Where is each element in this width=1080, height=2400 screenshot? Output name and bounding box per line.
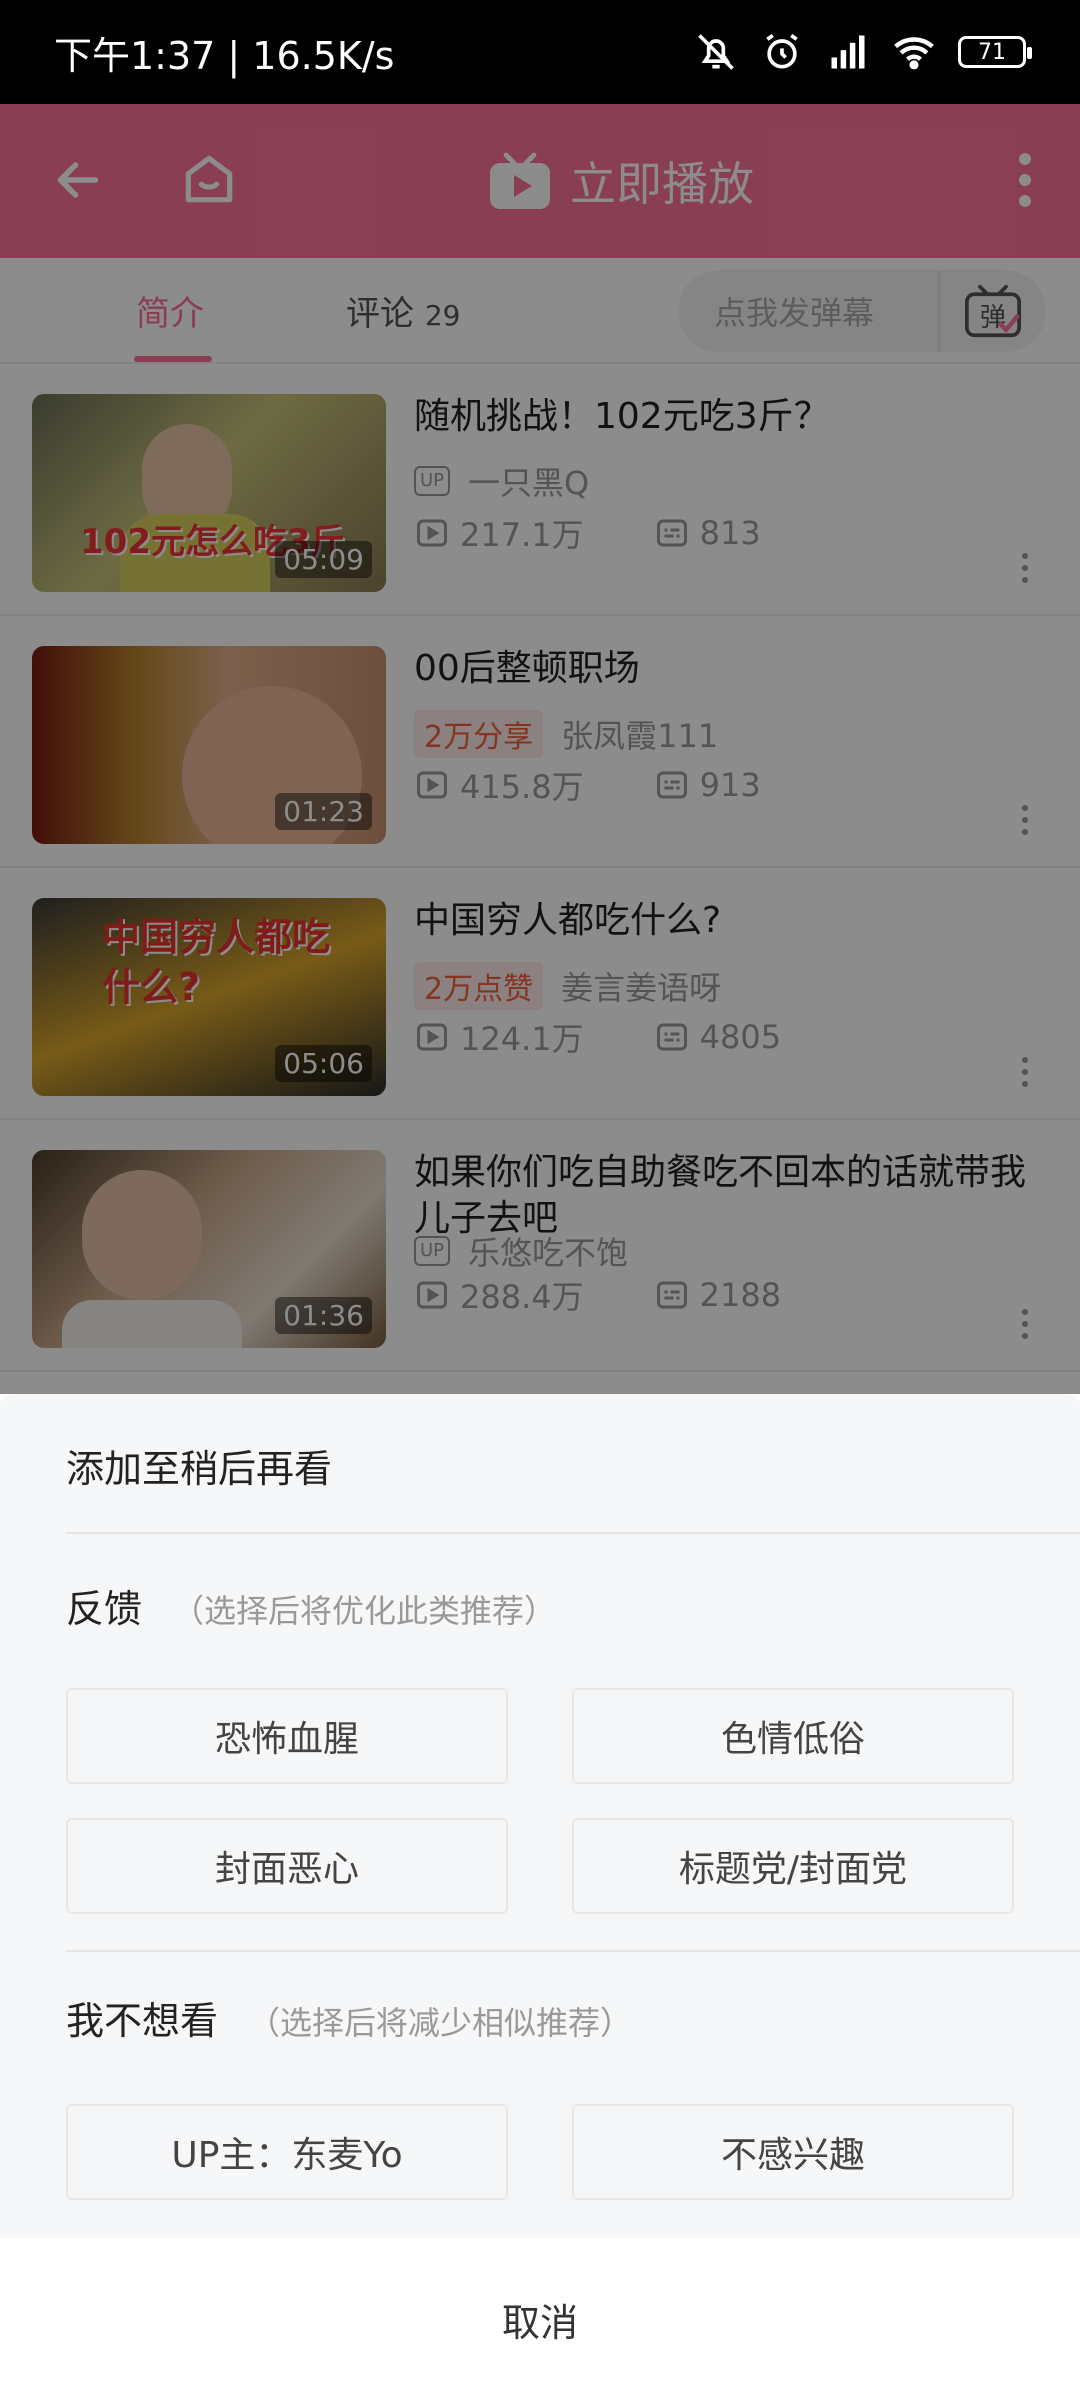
- bottom-action-sheet: 添加至稍后再看 反馈 （选择后将优化此类推荐） 恐怖血腥 色情低俗 封面恶心 标…: [0, 1394, 1080, 2400]
- dislike-section-title: 我不想看 （选择后将减少相似推荐）: [66, 1990, 632, 2045]
- divider: [66, 1950, 1080, 1952]
- dislike-option-uploader[interactable]: UP主：东麦Yo: [66, 2104, 508, 2200]
- feedback-section-title: 反馈 （选择后将优化此类推荐）: [66, 1578, 556, 1633]
- status-time: 下午1:37 | 16.5K/s: [54, 33, 395, 78]
- signal-icon: [831, 35, 865, 69]
- feedback-option-clickbait[interactable]: 标题党/封面党: [572, 1818, 1014, 1914]
- cancel-button[interactable]: 取消: [0, 2238, 1080, 2400]
- feedback-subtitle: （选择后将优化此类推荐）: [172, 1592, 557, 1630]
- dislike-subtitle: （选择后将减少相似推荐）: [248, 2004, 633, 2042]
- feedback-title: 反馈: [66, 1587, 143, 1631]
- alarm-icon: [766, 33, 798, 69]
- feedback-option-vulgar[interactable]: 色情低俗: [572, 1688, 1014, 1784]
- battery-indicator: 71: [958, 36, 1032, 68]
- dislike-option-not-interested[interactable]: 不感兴趣: [572, 2104, 1014, 2200]
- status-bar: 下午1:37 | 16.5K/s 71: [0, 0, 1080, 104]
- feedback-option-gore[interactable]: 恐怖血腥: [66, 1688, 508, 1784]
- divider: [66, 1532, 1080, 1534]
- watch-later-option[interactable]: 添加至稍后再看: [66, 1438, 332, 1493]
- modal-backdrop[interactable]: [0, 104, 1080, 1394]
- dislike-title: 我不想看: [66, 1999, 219, 2043]
- mute-bell-icon: [698, 34, 734, 70]
- feedback-option-disgusting-cover[interactable]: 封面恶心: [66, 1818, 508, 1914]
- wifi-icon: [894, 37, 934, 70]
